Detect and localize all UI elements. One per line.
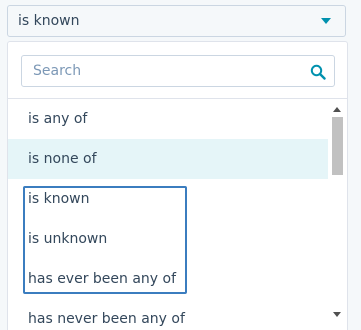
options-list: is any of is none of is known is unknown… xyxy=(8,99,330,330)
option-is-known[interactable]: is known xyxy=(8,179,330,219)
caret-down-icon[interactable] xyxy=(321,18,331,24)
search-input[interactable] xyxy=(23,57,300,85)
operator-dropdown: is any of is none of is known is unknown… xyxy=(7,41,348,330)
scroll-down-arrow-icon[interactable] xyxy=(333,312,341,317)
option-is-any-of[interactable]: is any of xyxy=(8,99,330,139)
operator-select-value: is known xyxy=(18,13,80,29)
option-has-ever-been-any-of[interactable]: has ever been any of xyxy=(8,259,330,299)
option-has-never-been-any-of[interactable]: has never been any of xyxy=(8,299,330,330)
scroll-up-arrow-icon[interactable] xyxy=(333,107,341,112)
options-scrollbar[interactable] xyxy=(328,99,347,330)
scrollbar-thumb[interactable] xyxy=(332,117,343,175)
option-is-unknown[interactable]: is unknown xyxy=(8,219,330,259)
search-box[interactable] xyxy=(21,55,335,87)
option-is-none-of[interactable]: is none of xyxy=(8,139,330,179)
search-icon[interactable] xyxy=(310,64,326,80)
operator-select[interactable]: is known xyxy=(7,5,346,37)
